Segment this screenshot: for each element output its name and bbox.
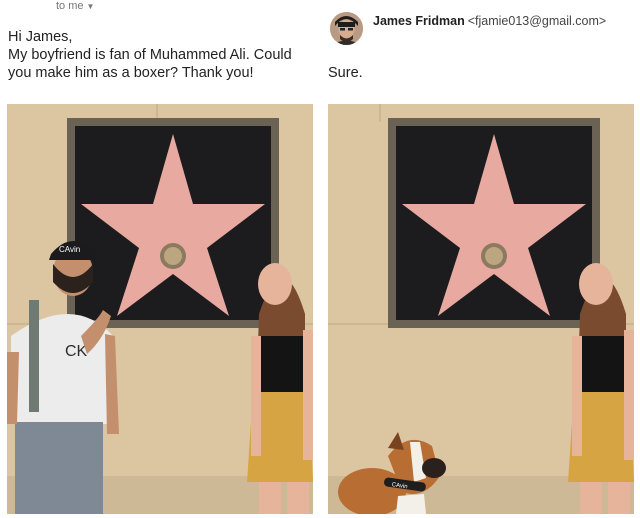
chevron-down-icon: ▼: [86, 2, 95, 11]
avatar-icon: [330, 12, 363, 45]
walk-of-fame-plaque: [67, 118, 279, 328]
walk-of-fame-plaque: [388, 118, 600, 328]
sender-avatar[interactable]: [330, 12, 363, 45]
request-message: Hi James, My boyfriend is fan of Muhamme…: [8, 28, 313, 82]
greeting: Hi James,: [8, 29, 73, 45]
shirt-logo: CK: [65, 343, 88, 360]
message-line-1: My boyfriend is fan of Muhammed Ali. Cou…: [8, 47, 292, 63]
sender-email[interactable]: <fjamie013@gmail.com>: [468, 14, 606, 28]
edited-photo: CAvin: [328, 104, 634, 514]
recipient-label: to me: [56, 0, 84, 12]
recipient-dropdown[interactable]: to me ▼: [56, 0, 94, 12]
sender-line: James Fridman <fjamie013@gmail.com>: [373, 14, 606, 28]
message-line-2: you make him as a boxer? Thank you!: [8, 65, 254, 81]
original-photo: CAvin CK: [7, 104, 313, 514]
sender-name[interactable]: James Fridman: [373, 14, 465, 28]
reply-message: Sure.: [328, 65, 363, 81]
cap-logo: CAvin: [59, 245, 80, 254]
